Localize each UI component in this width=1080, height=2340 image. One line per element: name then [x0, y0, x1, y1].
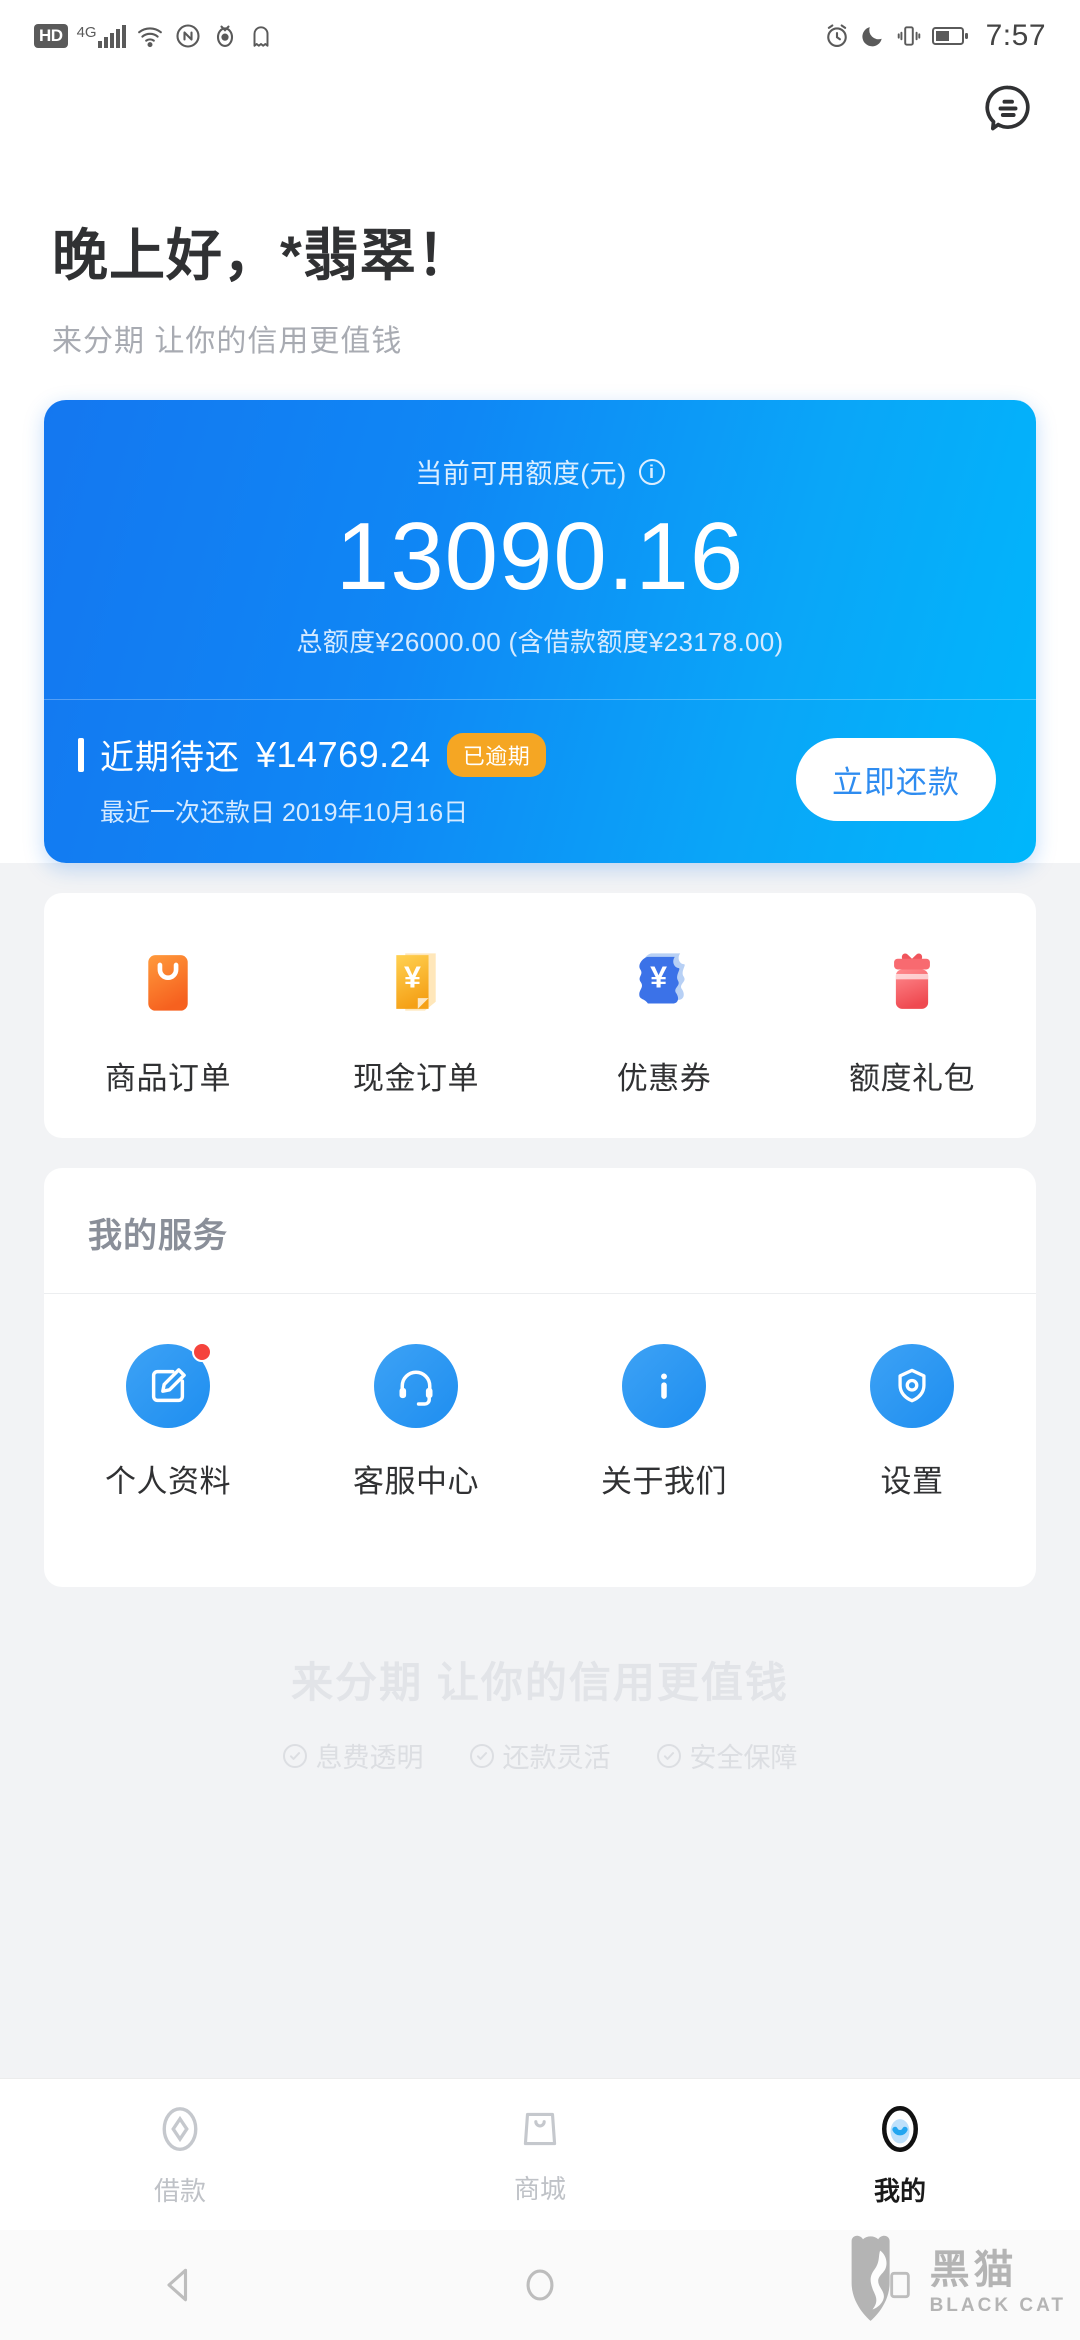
repayment-info: 近期待还 ¥14769.24 已逾期 最近一次还款日 2019年10月16日	[78, 730, 796, 829]
tab-label: 商城	[513, 2173, 566, 2204]
available-credit-amount: 13090.16	[335, 503, 745, 611]
quick-action-cash-orders[interactable]: ¥ 现金订单	[292, 939, 540, 1098]
black-cat-watermark: 黑猫 BLACK CAT	[844, 2233, 1066, 2334]
back-triangle-icon[interactable]	[120, 2263, 240, 2307]
eye-comfort-icon	[211, 22, 239, 50]
accent-bar-icon	[78, 737, 84, 772]
credit-card-container: 当前可用额度(元) i 13090.16 总额度¥26000.00 (含借款额度…	[0, 360, 1080, 864]
battery-icon	[931, 24, 970, 48]
service-label: 设置	[880, 1464, 944, 1500]
status-bar-right: 7:57	[823, 19, 1046, 53]
status-bar-clock: 7:57	[985, 19, 1046, 52]
footer-feature-label: 还款灵活	[502, 1743, 611, 1774]
settings-shield-icon	[870, 1344, 954, 1429]
cash-note-icon: ¥	[373, 939, 459, 1025]
tab-label: 借款	[153, 2175, 206, 2206]
watermark-cn: 黑猫	[929, 2248, 1018, 2292]
quick-action-label: 额度礼包	[849, 1061, 975, 1097]
diamond-icon	[153, 2102, 207, 2161]
tab-profile[interactable]: 我的	[720, 2079, 1080, 2230]
due-label: 近期待还	[100, 739, 240, 778]
ghost-icon	[248, 22, 274, 50]
check-circle-icon	[469, 1743, 494, 1768]
quick-actions-panel: 商品订单 ¥ 现金订单 ¥ 优惠券 额度礼包	[44, 893, 1036, 1139]
bottom-tab-bar: 借款 商城 我的	[0, 2078, 1080, 2230]
credit-card[interactable]: 当前可用额度(元) i 13090.16 总额度¥26000.00 (含借款额度…	[44, 400, 1036, 864]
repay-now-button[interactable]: 立即还款	[796, 738, 996, 822]
svg-text:¥: ¥	[404, 961, 421, 995]
tab-mall[interactable]: 商城	[360, 2079, 720, 2230]
status-badge: 已逾期	[446, 732, 547, 777]
shopping-bag-icon	[125, 939, 211, 1025]
status-bar-left: HD 4G	[34, 22, 274, 50]
home-circle-icon[interactable]	[480, 2263, 600, 2307]
headset-icon	[374, 1344, 458, 1429]
watermark-en: BLACK CAT	[929, 2295, 1066, 2316]
status-bar: HD 4G 7:57	[0, 0, 1080, 72]
quick-action-product-orders[interactable]: 商品订单	[44, 939, 292, 1098]
available-credit-label-text: 当前可用额度(元)	[415, 459, 627, 490]
signal-icon: 4G	[77, 24, 126, 48]
repayment-section: 近期待还 ¥14769.24 已逾期 最近一次还款日 2019年10月16日 立…	[44, 700, 1036, 863]
wifi-icon	[135, 23, 165, 49]
svg-text:¥: ¥	[650, 961, 667, 995]
greeting-section: 晚上好，*翡翠！ 来分期 让你的信用更值钱	[0, 152, 1080, 361]
check-circle-icon	[656, 1743, 681, 1768]
service-item-about-us[interactable]: 关于我们	[540, 1344, 788, 1501]
service-label: 关于我们	[601, 1464, 727, 1500]
service-item-profile[interactable]: 个人资料	[44, 1342, 292, 1501]
quick-action-label: 优惠券	[616, 1061, 712, 1097]
footer-feature: 息费透明	[282, 1736, 424, 1775]
available-credit-label: 当前可用额度(元) i	[44, 452, 1036, 491]
hd-icon: HD	[34, 24, 68, 48]
quick-action-coupons[interactable]: ¥ 优惠券	[540, 939, 788, 1098]
services-grid: 个人资料 客服中心 关于我们 设置	[44, 1294, 1036, 1587]
quick-action-credit-gift[interactable]: 额度礼包	[788, 939, 1036, 1098]
service-label: 个人资料	[105, 1464, 231, 1500]
service-label: 客服中心	[353, 1464, 479, 1500]
profile-icon	[873, 2102, 927, 2161]
watermark-text: 黑猫 BLACK CAT	[930, 2250, 1066, 2317]
black-cat-logo-icon	[844, 2233, 920, 2334]
shop-bag-icon	[515, 2104, 565, 2159]
footer-feature-label: 安全保障	[689, 1743, 798, 1774]
service-item-settings[interactable]: 设置	[788, 1344, 1036, 1501]
footer-feature: 安全保障	[656, 1736, 798, 1775]
due-row: 近期待还 ¥14769.24 已逾期	[78, 730, 796, 779]
due-date-line: 最近一次还款日 2019年10月16日	[100, 799, 469, 828]
profile-edit-icon	[126, 1342, 212, 1429]
total-credit-line: 总额度¥26000.00 (含借款额度¥23178.00)	[296, 627, 784, 658]
tab-loans[interactable]: 借款	[0, 2079, 360, 2230]
quick-actions-grid: 商品订单 ¥ 现金订单 ¥ 优惠券 额度礼包	[44, 893, 1036, 1138]
gift-box-icon	[869, 939, 955, 1025]
check-circle-icon	[282, 1743, 307, 1768]
services-panel: 我的服务 个人资料 客服中心 关于我们 设置	[44, 1168, 1036, 1588]
footer-section: 来分期 让你的信用更值钱 息费透明 还款灵活 安全保障	[0, 1587, 1080, 1815]
quick-action-label: 商品订单	[105, 1061, 231, 1097]
footer-feature-label: 息费透明	[315, 1743, 424, 1774]
info-icon	[622, 1344, 706, 1429]
do-not-disturb-icon	[860, 23, 886, 49]
vibrate-icon	[895, 23, 923, 49]
coupon-icon: ¥	[621, 939, 707, 1025]
services-title: 我的服务	[44, 1168, 1036, 1295]
tab-label: 我的	[873, 2175, 926, 2206]
footer-features: 息费透明 还款灵活 安全保障	[0, 1736, 1080, 1775]
alarm-icon	[823, 22, 851, 50]
info-icon[interactable]: i	[638, 458, 665, 485]
page-title: 晚上好，*翡翠！	[52, 224, 474, 287]
message-bubble-icon[interactable]	[976, 76, 1040, 140]
credit-card-top: 当前可用额度(元) i 13090.16 总额度¥26000.00 (含借款额度…	[44, 400, 1036, 699]
footer-feature: 还款灵活	[469, 1736, 611, 1775]
service-item-customer-service[interactable]: 客服中心	[292, 1344, 540, 1501]
footer-title: 来分期 让你的信用更值钱	[291, 1659, 789, 1707]
app-header	[0, 72, 1080, 152]
due-amount: ¥14769.24	[256, 733, 431, 775]
greeting-subtitle: 来分期 让你的信用更值钱	[52, 325, 403, 359]
quick-action-label: 现金订单	[353, 1061, 479, 1097]
notification-dot	[192, 1342, 212, 1363]
data-saver-icon	[174, 22, 202, 50]
